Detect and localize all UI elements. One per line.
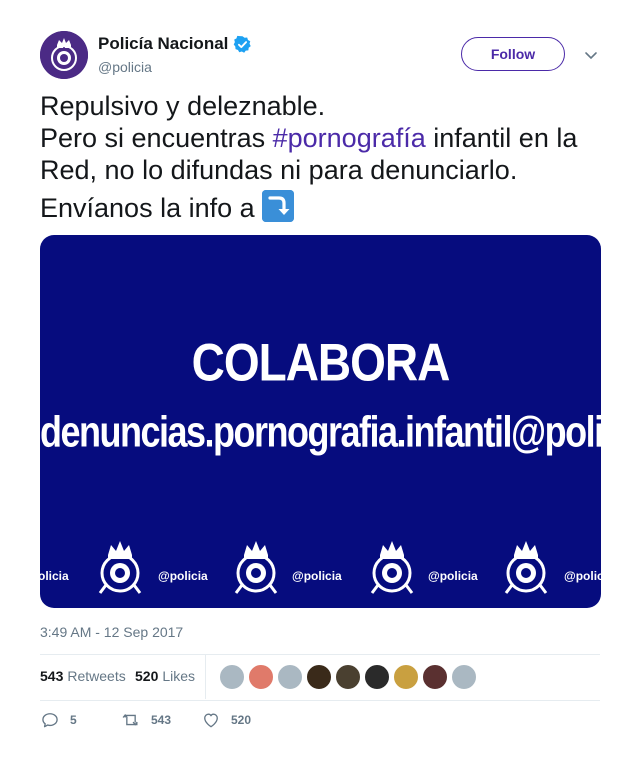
watermark-text: @policia bbox=[564, 569, 601, 583]
retweet-count: 543 bbox=[151, 713, 172, 727]
retweets-label: Retweets bbox=[67, 668, 126, 684]
right-arrow-curving-down-icon bbox=[262, 190, 295, 222]
avatar[interactable] bbox=[40, 31, 88, 79]
retweets-count: 543 bbox=[40, 668, 64, 684]
liker-avatar[interactable] bbox=[421, 663, 449, 691]
media-headline: COLABORA bbox=[191, 332, 451, 392]
police-crest-icon bbox=[40, 31, 88, 79]
media-email: denuncias.pornografia.infantil@policia.e… bbox=[40, 406, 601, 456]
reply-icon bbox=[42, 713, 58, 728]
tweet-line: Repulsivo y deleznable. bbox=[40, 91, 326, 121]
tweet-line: Red, no lo difundas ni para denunciarlo. bbox=[40, 155, 518, 185]
author-name-text: Policía Nacional bbox=[98, 34, 229, 53]
like-button[interactable]: 520 bbox=[201, 710, 251, 730]
tweet-text-fragment: Pero si encuentras bbox=[40, 123, 273, 153]
hashtag-link[interactable]: #pornografía bbox=[273, 123, 426, 153]
divider bbox=[40, 700, 600, 701]
tweet-line: Pero si encuentras #pornografía infantil… bbox=[40, 122, 610, 154]
liker-avatar[interactable] bbox=[305, 663, 333, 691]
tweet-line: Envíanos la info a bbox=[40, 190, 610, 224]
liker-avatar[interactable] bbox=[276, 663, 304, 691]
watermark-text: @policia bbox=[292, 569, 342, 583]
watermark-text: @policia bbox=[158, 569, 208, 583]
tweet-stats: 543 Retweets 520 Likes bbox=[40, 655, 600, 699]
likes-label: Likes bbox=[162, 668, 196, 684]
author-handle[interactable]: @policia bbox=[98, 59, 152, 75]
liker-avatar[interactable] bbox=[363, 663, 391, 691]
liker-avatar[interactable] bbox=[218, 663, 246, 691]
likes-stat[interactable]: 520 Likes bbox=[135, 668, 195, 684]
retweets-stat[interactable]: 543 Retweets bbox=[40, 668, 126, 684]
liker-avatar[interactable] bbox=[450, 663, 478, 691]
liker-avatar[interactable] bbox=[334, 663, 362, 691]
chevron-down-icon[interactable] bbox=[583, 47, 599, 63]
tweet-text-fragment: infantil en la bbox=[425, 123, 578, 153]
tweet-image[interactable]: olicia @policia @policia @policia @polic… bbox=[40, 235, 601, 608]
follow-button[interactable]: Follow bbox=[461, 37, 565, 71]
author-name[interactable]: Policía Nacional bbox=[98, 34, 252, 54]
tweet-timestamp[interactable]: 3:49 AM - 12 Sep 2017 bbox=[40, 624, 183, 640]
like-count: 520 bbox=[231, 713, 252, 727]
tweet-text: Repulsivo y deleznable. Pero si encuentr… bbox=[40, 90, 610, 224]
heart-icon bbox=[204, 713, 218, 728]
stats-separator bbox=[205, 655, 206, 699]
tweet: Policía Nacional @policia Follow Repulsi… bbox=[0, 0, 640, 762]
verified-badge-icon bbox=[233, 35, 252, 54]
watermark-text: @policia bbox=[428, 569, 478, 583]
liker-avatar[interactable] bbox=[247, 663, 275, 691]
watermark-text: olicia bbox=[40, 569, 69, 583]
retweet-icon bbox=[122, 713, 138, 726]
likes-count: 520 bbox=[135, 668, 159, 684]
retweet-button[interactable]: 543 bbox=[121, 710, 171, 730]
tweet-text-fragment: Envíanos la info a bbox=[40, 193, 263, 223]
liker-avatar[interactable] bbox=[392, 663, 420, 691]
reply-count: 5 bbox=[70, 713, 77, 727]
reply-button[interactable]: 5 bbox=[40, 710, 77, 730]
